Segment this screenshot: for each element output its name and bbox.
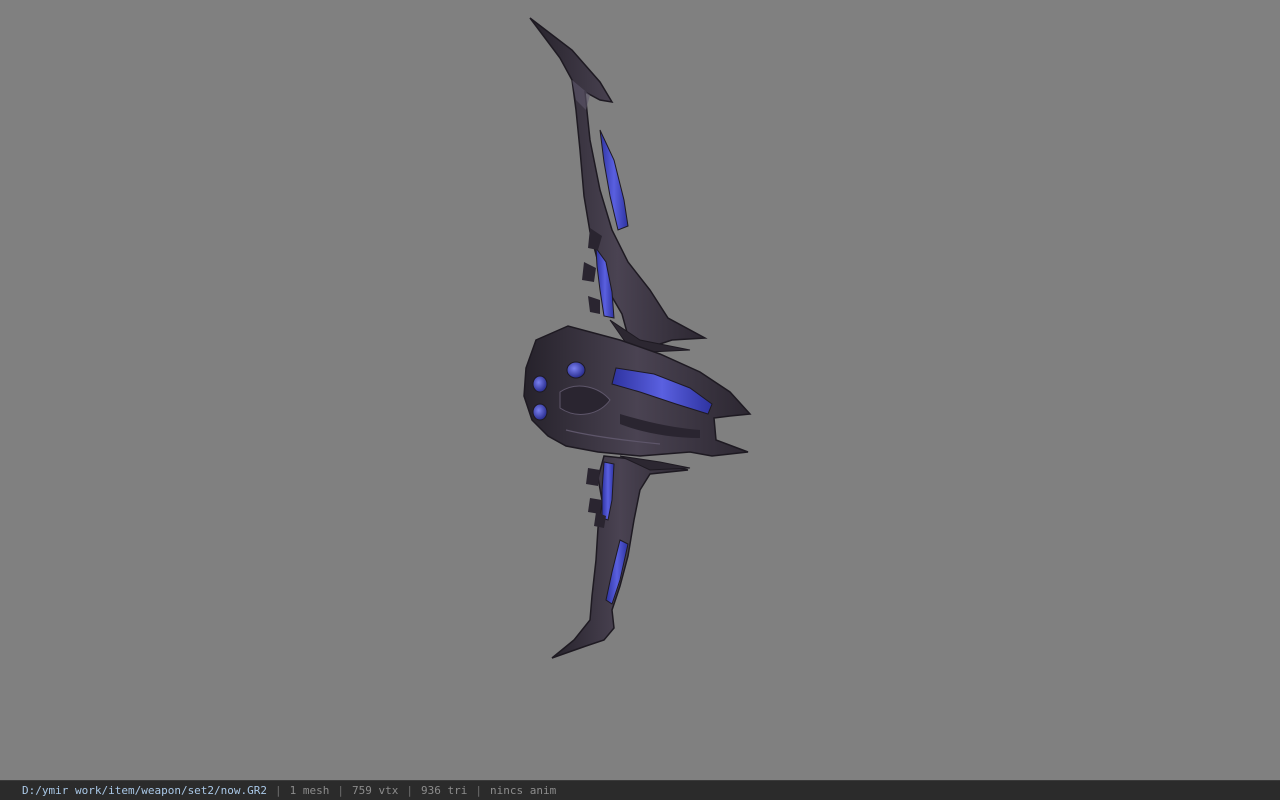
bow-model-render [523, 17, 752, 659]
lower-limb [551, 455, 691, 659]
file-path: D:/ymir work/item/weapon/set2/now.GR2 [22, 784, 268, 797]
separator: | [406, 784, 414, 797]
vertex-count: 759 vtx [352, 784, 399, 797]
3d-viewport[interactable] [0, 0, 1280, 780]
separator: | [275, 784, 282, 797]
upper-limb [529, 17, 708, 353]
grip-guard [523, 325, 752, 457]
status-bar: D:/ymir work/item/weapon/set2/now.GR2 | … [0, 780, 1280, 800]
separator: | [475, 784, 483, 797]
triangle-count: 936 tri [421, 784, 468, 797]
mesh-count: 1 mesh [289, 784, 330, 797]
separator: | [337, 784, 345, 797]
animation-status: nincs anim [490, 784, 557, 797]
